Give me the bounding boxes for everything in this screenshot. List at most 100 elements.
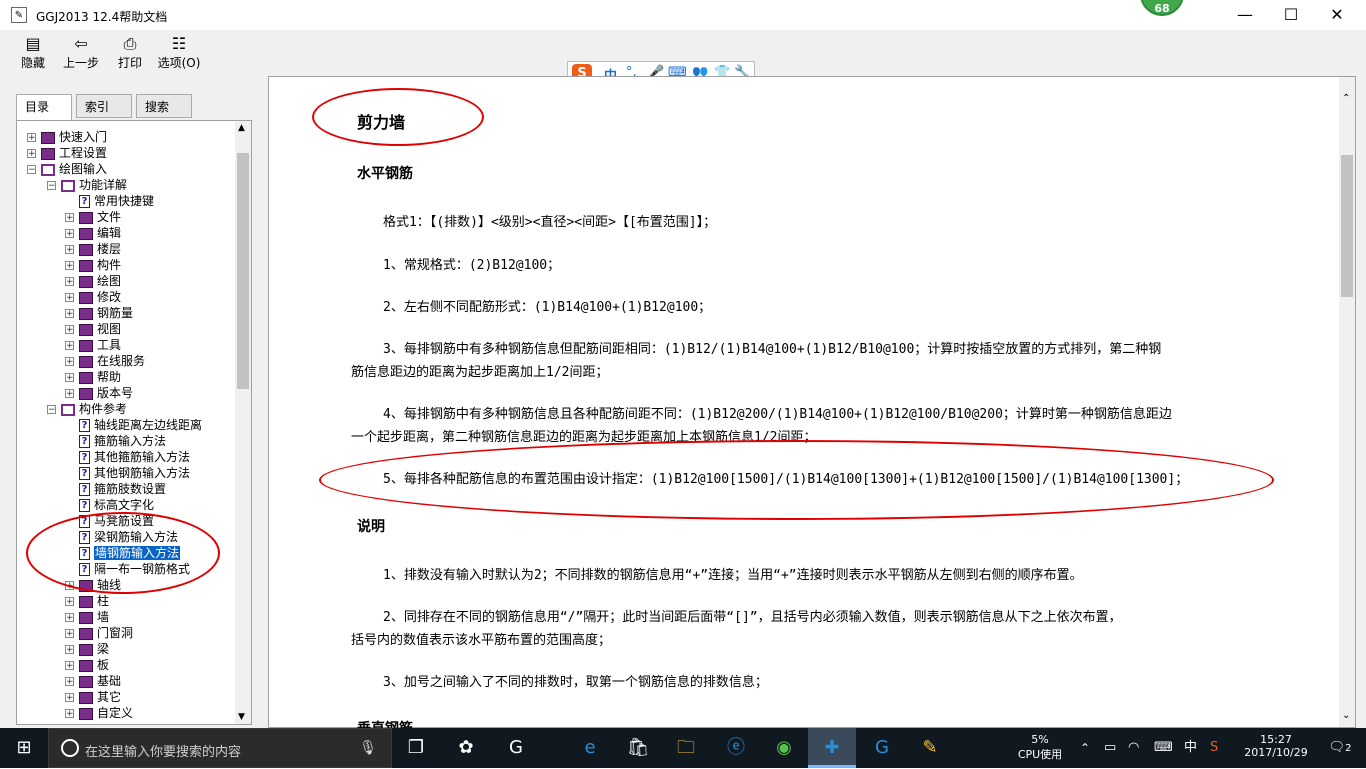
print-button[interactable]: ⎙ 打印 — [116, 34, 144, 71]
tree-item[interactable]: 文件 — [79, 209, 121, 225]
expand-icon[interactable]: + — [65, 309, 74, 319]
clock[interactable]: 15:27 2017/10/29 — [1238, 728, 1314, 768]
tab-index[interactable]: 索引(N) — [76, 94, 132, 138]
tree-scrollbar[interactable]: ▲ ▼ — [235, 121, 251, 724]
doc-scroll-thumb[interactable] — [1341, 155, 1353, 297]
cpu-monitor[interactable]: 5% CPU使用 — [1010, 728, 1070, 768]
file-explorer-icon[interactable]: 🗀 — [662, 728, 710, 768]
tab-search[interactable]: 搜索(S) — [136, 94, 192, 138]
doc-scroll-up-icon[interactable]: ⌃ — [1342, 93, 1350, 104]
expand-icon[interactable]: + — [65, 261, 74, 271]
collapse-icon[interactable]: − — [47, 405, 56, 415]
tree-item[interactable]: 功能详解 — [61, 177, 127, 193]
document-scrollbar[interactable]: ⌃ ⌄ — [1339, 77, 1355, 727]
tree-scroll-thumb[interactable] — [237, 153, 249, 389]
tree-item[interactable]: 工程设置 — [41, 145, 107, 161]
tree-item[interactable]: 版本号 — [79, 385, 133, 401]
expand-icon[interactable]: + — [65, 709, 74, 719]
device-icon[interactable]: ▭ — [1104, 728, 1126, 768]
options-button[interactable]: ☷ 选项(O) — [156, 34, 202, 71]
tree-item[interactable]: 在线服务 — [79, 353, 145, 369]
expand-icon[interactable]: + — [65, 693, 74, 703]
scroll-up-icon[interactable]: ▲ — [238, 123, 245, 133]
green-app-icon[interactable]: ◉ — [760, 728, 808, 768]
tree-item[interactable]: 自定义 — [79, 705, 133, 721]
tree-item[interactable]: ? 其他钢筋输入方法 — [79, 465, 190, 481]
expand-icon[interactable]: + — [65, 677, 74, 687]
expand-icon[interactable]: + — [65, 341, 74, 351]
tree-item[interactable]: ? 墙钢筋输入方法 — [79, 545, 181, 561]
tree-item[interactable]: 门窗洞 — [79, 625, 133, 641]
notification-badge[interactable]: 68 — [1140, 0, 1184, 16]
collapse-icon[interactable]: − — [47, 181, 56, 191]
tree-item[interactable]: 楼层 — [79, 241, 121, 257]
edge-icon[interactable]: e — [566, 728, 614, 768]
close-button[interactable]: ✕ — [1314, 0, 1360, 30]
network-icon[interactable]: ◠ — [1128, 728, 1150, 768]
sogou-tray-icon[interactable]: S — [1210, 728, 1230, 768]
expand-icon[interactable]: + — [65, 597, 74, 607]
expand-icon[interactable]: + — [65, 581, 74, 591]
tree-item[interactable]: 视图 — [79, 321, 121, 337]
tree-item[interactable]: 板 — [79, 657, 109, 673]
tree-item[interactable]: 快速入门 — [41, 129, 107, 145]
windows-start-icon[interactable]: ⊞ — [0, 728, 48, 768]
tree-item[interactable]: 梁 — [79, 641, 109, 657]
expand-icon[interactable]: + — [65, 357, 74, 367]
notes-icon[interactable]: ✎ — [906, 728, 954, 768]
tree-item[interactable]: ? 马凳筋设置 — [79, 513, 154, 529]
browser-g-icon[interactable]: G — [492, 728, 540, 768]
tree-item[interactable]: ? 隔一布一钢筋格式 — [79, 561, 190, 577]
collapse-icon[interactable]: − — [27, 165, 36, 175]
tree-item[interactable]: 构件参考 — [61, 401, 127, 417]
tree-item[interactable]: 柱 — [79, 593, 109, 609]
expand-icon[interactable]: + — [65, 325, 74, 335]
keyboard-icon[interactable]: ⌨ — [1154, 728, 1178, 768]
tree-item[interactable]: ? 箍筋输入方法 — [79, 433, 166, 449]
tray-expand-icon[interactable]: ⌃ — [1080, 728, 1096, 768]
tree-item[interactable]: 其它 — [79, 689, 121, 705]
tree-item[interactable]: 轴线 — [79, 577, 121, 593]
hide-button[interactable]: ▤ 隐藏 — [18, 34, 48, 71]
task-view-icon[interactable]: ❐ — [392, 728, 440, 768]
tree-item[interactable]: 墙 — [79, 609, 109, 625]
pinwheel-icon[interactable]: ✿ — [442, 728, 490, 768]
scroll-down-icon[interactable]: ▼ — [238, 712, 245, 722]
tree-item[interactable]: 钢筋量 — [79, 305, 133, 321]
maximize-button[interactable]: ☐ — [1268, 0, 1314, 30]
tree-item[interactable]: ? 梁钢筋输入方法 — [79, 529, 178, 545]
expand-icon[interactable]: + — [65, 229, 74, 239]
taskbar-search-box[interactable]: 在这里输入你要搜索的内容 🎙 — [48, 728, 392, 768]
expand-icon[interactable]: + — [65, 293, 74, 303]
expand-icon[interactable]: + — [65, 213, 74, 223]
doc-scroll-down-icon[interactable]: ⌄ — [1342, 710, 1350, 721]
back-button[interactable]: ⇦ 上一步 — [62, 34, 100, 71]
notification-center-icon[interactable]: 🗨2 — [1322, 728, 1358, 768]
tree-item[interactable]: 工具 — [79, 337, 121, 353]
expand-icon[interactable]: + — [65, 661, 74, 671]
store-icon[interactable]: 🛍 — [614, 728, 662, 768]
tree-item[interactable]: 构件 — [79, 257, 121, 273]
tab-contents[interactable]: 目录(C) — [16, 94, 72, 138]
expand-icon[interactable]: + — [65, 245, 74, 255]
ime-indicator[interactable]: 中 — [1184, 728, 1204, 768]
expand-icon[interactable]: + — [65, 277, 74, 287]
tree-item[interactable]: 帮助 — [79, 369, 121, 385]
microphone-icon[interactable]: 🎙 — [359, 740, 377, 756]
expand-icon[interactable]: + — [65, 389, 74, 399]
expand-icon[interactable]: + — [65, 645, 74, 655]
glodon-icon[interactable]: G — [858, 728, 906, 768]
tree-item[interactable]: 基础 — [79, 673, 121, 689]
help-app-icon[interactable]: ✚ — [808, 728, 856, 768]
ie-icon[interactable]: ⓔ — [712, 728, 760, 768]
tree-item[interactable]: ? 其他箍筋输入方法 — [79, 449, 190, 465]
expand-icon[interactable]: + — [27, 149, 36, 159]
tree-item[interactable]: 绘图输入 — [41, 161, 107, 177]
tree-item[interactable]: ? 轴线距离左边线距离 — [79, 417, 202, 433]
tree-item[interactable]: ? 箍筋肢数设置 — [79, 481, 166, 497]
expand-icon[interactable]: + — [65, 613, 74, 623]
tree-item[interactable]: 绘图 — [79, 273, 121, 289]
tree-item[interactable]: ? 常用快捷键 — [79, 193, 154, 209]
tree-item[interactable]: 修改 — [79, 289, 121, 305]
expand-icon[interactable]: + — [27, 133, 36, 143]
